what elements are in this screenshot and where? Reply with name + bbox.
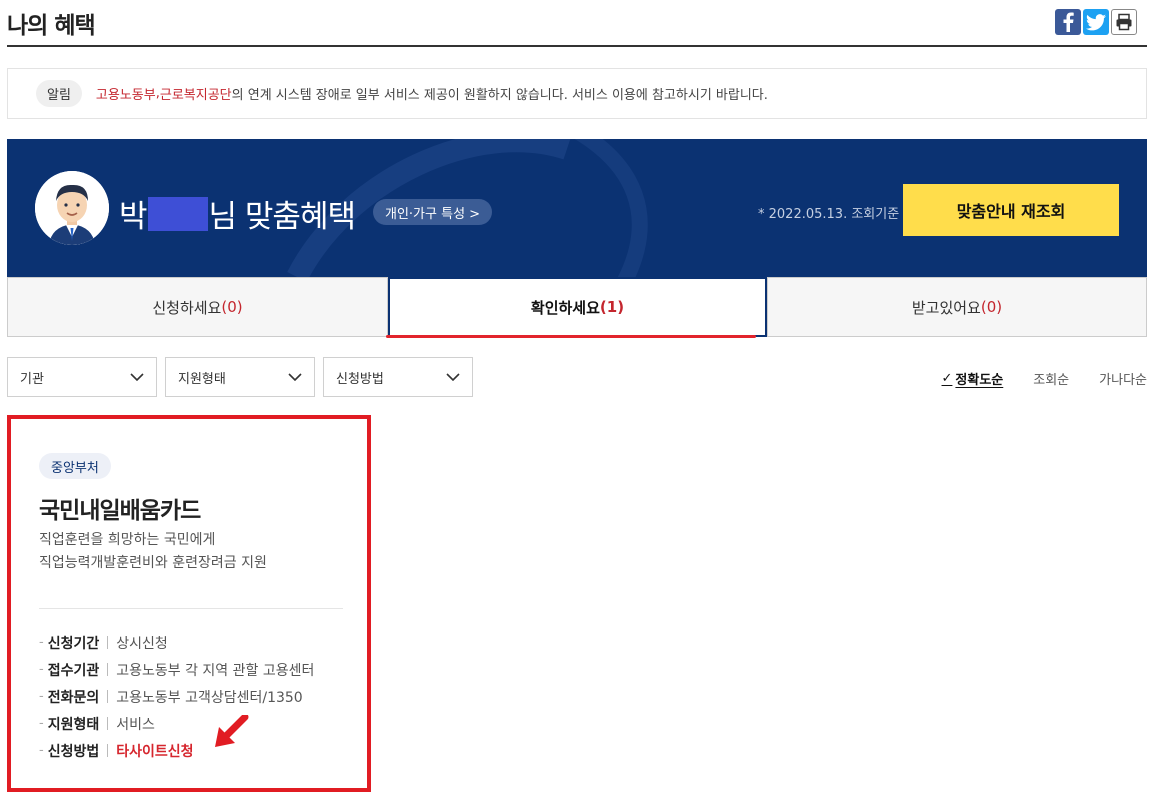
chevron-down-icon xyxy=(446,373,460,381)
tab-count: (0) xyxy=(980,298,1003,316)
info-key: 신청기간 xyxy=(47,635,100,652)
benefit-title-suffix: 님 맞춤혜택 xyxy=(208,199,356,235)
filter-label: 지원형태 xyxy=(178,371,226,387)
tab-label: 받고있어요 xyxy=(911,298,981,317)
title-divider xyxy=(7,45,1147,47)
print-icon[interactable] xyxy=(1111,9,1137,35)
tab-label: 확인하세요 xyxy=(530,298,600,317)
benefit-info-list: - 신청기간 상시신청 - 접수기관 고용노동부 각 지역 관할 고용센터 - 전화문의 고… xyxy=(39,629,349,764)
benefit-tabs: 신청하세요 (0) 확인하세요 (1) 받고있어요 (0) xyxy=(7,277,1147,337)
notice-org-link[interactable]: 고용노동부 xyxy=(96,84,156,103)
filter-apply-method[interactable]: 신청방법 xyxy=(323,357,473,397)
notice-message: 의 연계 시스템 장애로 일부 서비스 제공이 원활하지 않습니다. 서비스 이… xyxy=(231,88,768,103)
sort-views[interactable]: 조회순 xyxy=(1033,369,1069,388)
tab-check[interactable]: 확인하세요 (1) xyxy=(388,277,767,337)
info-row: - 신청방법 타사이트신청 xyxy=(39,737,349,764)
tab-receiving[interactable]: 받고있어요 (0) xyxy=(767,277,1147,337)
sort-alphabetical[interactable]: 가나다순 xyxy=(1099,369,1147,388)
category-badge: 중앙부처 xyxy=(39,453,111,479)
facebook-icon[interactable] xyxy=(1055,9,1081,35)
red-arrow-annotation xyxy=(215,715,249,747)
description-line: 직업훈련을 희망하는 국민에게 xyxy=(39,532,216,548)
notice-banner: 알림 고용노동부, 근로복지공단 의 연계 시스템 장애로 일부 서비스 제공이 … xyxy=(7,68,1147,119)
info-value: 고용노동부 각 지역 관할 고용센터 xyxy=(116,662,315,679)
recheck-button[interactable]: 맞춤안내 재조회 xyxy=(903,184,1119,236)
info-key: 접수기관 xyxy=(47,662,100,679)
page-title: 나의 혜택 xyxy=(7,13,96,39)
info-row: - 전화문의 고용노동부 고객상담센터/1350 xyxy=(39,683,349,710)
trait-button[interactable]: 개인·가구 특성 > xyxy=(373,199,493,225)
twitter-icon[interactable] xyxy=(1083,9,1109,35)
description-line: 직업능력개발훈련비와 훈련장려금 지원 xyxy=(39,555,267,571)
benefit-description: 직업훈련을 희망하는 국민에게 직업능력개발훈련비와 훈련장려금 지원 xyxy=(39,529,349,575)
info-row: - 신청기간 상시신청 xyxy=(39,629,349,656)
info-key: 지원형태 xyxy=(47,716,100,733)
user-surname: 박 xyxy=(119,199,148,235)
tab-count: (0) xyxy=(221,298,243,316)
benefit-header: 박 님 맞춤혜택 개인·가구 특성 > * 2022.05.13. 조회기준 맞… xyxy=(7,139,1147,277)
info-key: 전화문의 xyxy=(47,689,100,706)
info-row: - 접수기관 고용노동부 각 지역 관할 고용센터 xyxy=(39,656,349,683)
card-divider xyxy=(39,608,343,609)
tab-apply[interactable]: 신청하세요 (0) xyxy=(7,277,388,337)
filter-agency[interactable]: 기관 xyxy=(7,357,157,397)
sort-label: 정확도순 xyxy=(955,373,1004,388)
avatar xyxy=(35,171,109,245)
filter-support-type[interactable]: 지원형태 xyxy=(165,357,315,397)
query-date: * 2022.05.13. 조회기준 xyxy=(758,207,900,222)
sort-accuracy[interactable]: ✓ 정확도순 xyxy=(942,369,1004,388)
benefit-name[interactable]: 국민내일배움카드 xyxy=(39,491,201,525)
filter-label: 기관 xyxy=(20,371,44,387)
check-icon: ✓ xyxy=(941,371,953,386)
active-tab-underline xyxy=(386,335,756,338)
chevron-down-icon xyxy=(130,373,144,381)
user-benefit-title: 박 님 맞춤혜택 xyxy=(119,191,356,236)
tab-count: (1) xyxy=(599,298,625,316)
info-value: 고용노동부 고객상담센터/1350 xyxy=(116,689,303,706)
share-buttons xyxy=(1055,9,1137,35)
chevron-down-icon xyxy=(288,373,302,381)
sort-options: ✓ 정확도순 조회순 가나다순 xyxy=(942,369,1147,388)
filter-label: 신청방법 xyxy=(336,371,384,387)
tab-label: 신청하세요 xyxy=(152,298,222,317)
notice-badge: 알림 xyxy=(36,80,82,107)
info-row: - 지원형태 서비스 xyxy=(39,710,349,737)
info-key: 신청방법 xyxy=(47,743,100,760)
benefit-card[interactable]: 중앙부처 국민내일배움카드 직업훈련을 희망하는 국민에게 직업능력개발훈련비와… xyxy=(7,415,371,792)
masked-name xyxy=(147,196,208,231)
notice-org-link[interactable]: 근로복지공단 xyxy=(160,84,232,103)
info-value: 상시신청 xyxy=(116,635,168,652)
